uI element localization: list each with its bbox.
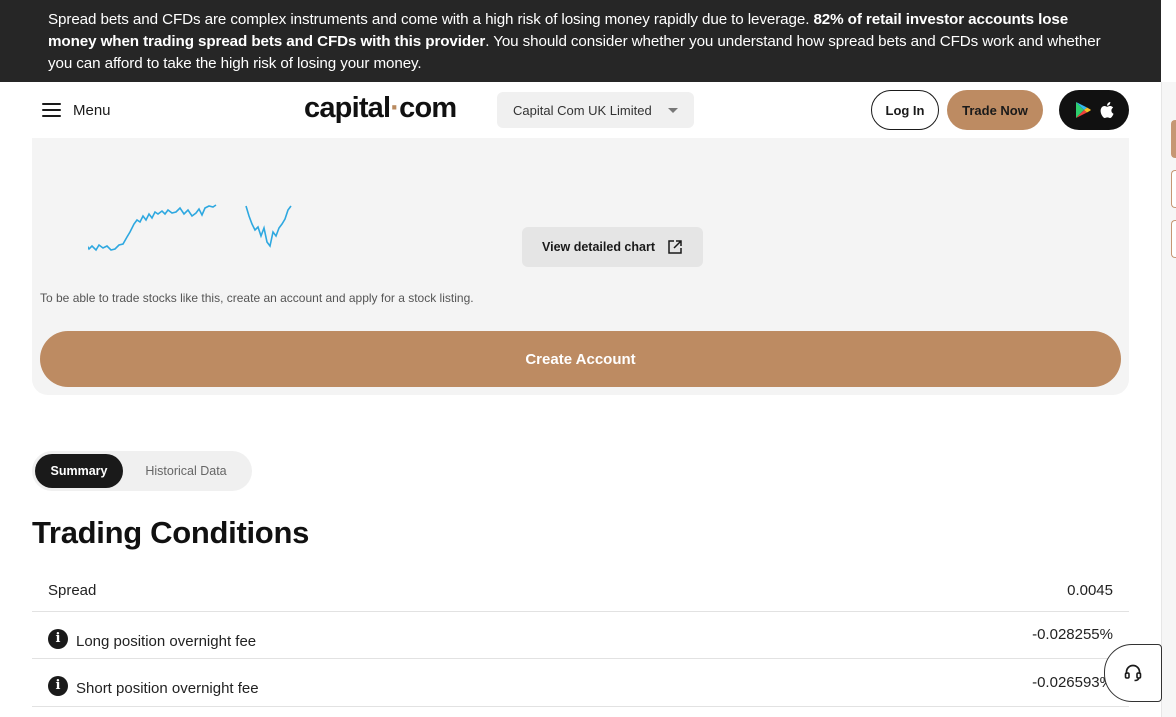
entity-select[interactable]: Capital Com UK Limited <box>497 92 694 128</box>
condition-value: 0.0045 <box>1067 582 1113 599</box>
apple-icon <box>1100 102 1113 118</box>
condition-row-spread: Spread 0.0045 <box>32 568 1129 612</box>
app-download-button[interactable] <box>1059 90 1129 130</box>
condition-value: -0.028255% <box>1032 626 1113 643</box>
condition-value: -0.026593% <box>1032 674 1113 691</box>
capital-com-logo[interactable]: capital·com <box>304 92 457 125</box>
caret-down-icon <box>668 107 678 113</box>
login-button[interactable]: Log In <box>871 90 939 130</box>
condition-label: Spread <box>48 582 97 599</box>
trade-now-button[interactable]: Trade Now <box>947 90 1043 130</box>
support-chat-button[interactable] <box>1104 644 1162 702</box>
headset-icon <box>1124 664 1142 682</box>
stock-listing-note: To be able to trade stocks like this, cr… <box>40 291 474 305</box>
menu-label: Menu <box>73 101 111 119</box>
side-tab-2[interactable] <box>1171 170 1176 208</box>
condition-label: Short position overnight fee <box>76 680 259 697</box>
menu-button[interactable]: Menu <box>42 98 111 122</box>
risk-warning-banner: Spread bets and CFDs are complex instrum… <box>0 0 1161 82</box>
tab-historical-data[interactable]: Historical Data <box>123 454 249 488</box>
info-icon[interactable]: i <box>48 675 68 696</box>
view-detailed-chart-button[interactable]: View detailed chart <box>522 227 703 267</box>
condition-row-short-fee: i Short position overnight fee -0.026593… <box>32 659 1129 707</box>
side-tab-1[interactable] <box>1171 120 1176 158</box>
view-detailed-chart-label: View detailed chart <box>541 240 655 254</box>
create-account-button[interactable]: Create Account <box>40 331 1121 387</box>
hamburger-icon <box>42 103 61 117</box>
site-header: Menu capital·com Capital Com UK Limited … <box>0 82 1161 138</box>
google-play-icon <box>1075 102 1091 118</box>
price-sparkline <box>88 204 292 252</box>
side-tab-3[interactable] <box>1171 220 1176 258</box>
entity-select-value: Capital Com UK Limited <box>513 102 652 118</box>
expand-icon <box>668 240 682 254</box>
condition-row-long-fee: i Long position overnight fee -0.028255% <box>32 612 1129 659</box>
trading-conditions-title: Trading Conditions <box>32 515 310 550</box>
summary-tabs: Summary Historical Data <box>32 451 252 491</box>
condition-label: Long position overnight fee <box>76 633 257 650</box>
tab-summary[interactable]: Summary <box>35 454 123 488</box>
risk-text: Spread bets and CFDs are complex instrum… <box>48 11 814 28</box>
info-icon[interactable]: i <box>48 628 68 649</box>
